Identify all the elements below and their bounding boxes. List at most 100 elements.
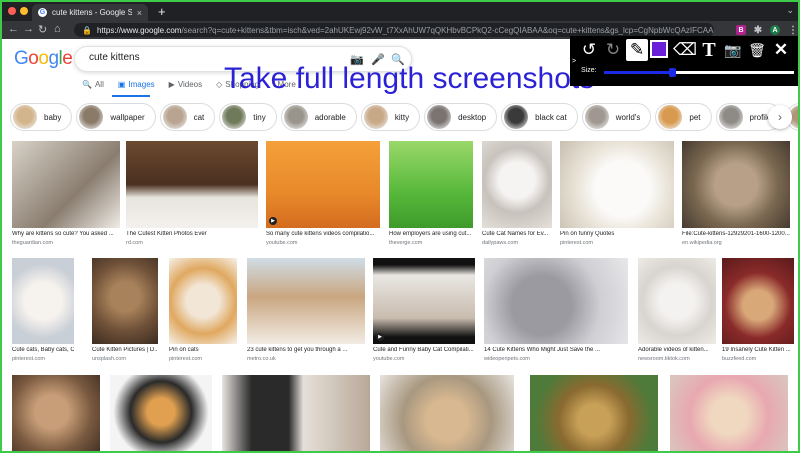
image-result[interactable] [247, 258, 365, 344]
chip-pet[interactable]: pet [655, 103, 712, 131]
profile-avatar[interactable]: A [770, 25, 780, 35]
logo-letter: g [48, 48, 59, 69]
image-caption[interactable]: Pin on cats [169, 347, 237, 353]
image-result[interactable] [169, 258, 237, 344]
image-caption[interactable]: Why are kittens so cute? You asked ... [12, 231, 120, 237]
image-caption[interactable]: How employers are using cut... [389, 231, 473, 237]
chip-label: cat [193, 112, 205, 122]
image-result[interactable] [722, 258, 794, 344]
tab-images[interactable]: ▣ Images [118, 80, 155, 89]
trash-icon[interactable]: 🗑 [746, 39, 768, 61]
google-logo[interactable]: Google [14, 48, 73, 70]
tab-videos[interactable]: ▶ Videos [169, 80, 202, 89]
extensions-puzzle-icon[interactable]: ✱ [753, 25, 763, 36]
image-result[interactable] [670, 375, 788, 451]
image-source: youtube.com [373, 356, 405, 362]
image-caption[interactable]: So many cute kittens videos compilatio..… [266, 231, 380, 237]
image-caption[interactable]: The Cutest Kitten Photos Ever [126, 231, 258, 237]
image-caption[interactable]: File:Cute-kittens-12929201-1600-1200... [682, 231, 790, 237]
chip-tiny[interactable]: tiny [219, 103, 277, 131]
image-result[interactable] [110, 375, 212, 451]
forward-arrow-icon[interactable]: → [23, 23, 34, 35]
image-source: pinterest.com [169, 356, 203, 362]
image-result[interactable] [222, 375, 370, 451]
text-tool-icon[interactable]: T [698, 39, 720, 61]
chip-thumbnail [363, 105, 388, 129]
image-caption[interactable]: Cute cats, Baby cats, C... [12, 347, 74, 353]
new-tab-button[interactable]: + [158, 4, 166, 19]
tab-search-icon[interactable]: ⌄ [786, 5, 794, 16]
chip-baby[interactable]: baby [10, 103, 73, 131]
image-caption[interactable]: 23 cute kittens to get you through a ... [247, 347, 365, 353]
tab-close-icon[interactable]: × [137, 8, 142, 18]
image-caption[interactable]: Cute Cat Names for Ev... [482, 231, 552, 237]
image-caption[interactable]: 14 Cute Kittens Who Might Just Save the … [484, 347, 628, 353]
camera-capture-icon[interactable]: 📷 [722, 39, 744, 61]
image-caption[interactable]: Cute Kitten Pictures | D... [92, 347, 158, 353]
image-caption[interactable]: 19 Insanely Cute Kitten ... [722, 347, 794, 353]
color-picker-swatch[interactable] [650, 40, 668, 58]
image-caption[interactable]: Adorable videos of kitten... [638, 347, 716, 353]
chip-thumbnail [79, 105, 104, 129]
close-icon[interactable]: ✕ [770, 39, 792, 61]
chip-wallpaper[interactable]: wallpaper [76, 103, 156, 131]
image-source: dailypaws.com [482, 240, 519, 246]
image-result[interactable] [560, 141, 674, 228]
chip-black-cat[interactable]: black cat [501, 103, 578, 131]
image-result[interactable] [12, 258, 74, 344]
image-result[interactable] [126, 141, 258, 228]
image-source: wideopenpets.com [484, 356, 530, 362]
chip-kitty[interactable]: kitty [360, 103, 421, 131]
extension-b-icon[interactable]: B [736, 25, 746, 35]
chip-world-s[interactable]: world's [581, 103, 652, 131]
close-window-dot[interactable] [8, 7, 16, 15]
chip-label: wallpaper [110, 112, 145, 122]
google-favicon-icon: G [38, 8, 47, 17]
image-source: pinterest.com [560, 240, 594, 246]
image-result[interactable]: ▶ [266, 141, 380, 228]
chips-next-arrow-icon[interactable]: › [768, 105, 792, 129]
image-caption[interactable]: Cute and Funny Baby Cat Compilati... [373, 347, 475, 353]
image-result[interactable] [482, 141, 552, 228]
pen-icon[interactable]: ✎ [626, 39, 648, 61]
home-icon[interactable]: ⌂ [54, 23, 61, 35]
chip-label: black cat [535, 112, 567, 122]
image-result[interactable] [484, 258, 628, 344]
eraser-icon[interactable]: ⌫ [673, 39, 697, 61]
size-slider-thumb[interactable] [669, 68, 676, 77]
image-result[interactable] [682, 141, 790, 228]
image-result[interactable] [12, 375, 100, 451]
chip-label: kitty [394, 112, 410, 122]
image-result[interactable] [530, 375, 658, 451]
image-result[interactable] [12, 141, 120, 228]
tab-all[interactable]: 🔍 All [82, 80, 104, 89]
minimize-window-dot[interactable] [20, 7, 28, 15]
url-path: /search?q=cute+kittens&tbm=isch&ved=2ahU… [181, 25, 714, 35]
overlay-caption: Take full length screenshots [224, 62, 595, 95]
chip-cat[interactable]: cat [159, 103, 216, 131]
image-source: theguardian.com [12, 240, 53, 246]
image-result[interactable] [389, 141, 473, 228]
chip-desktop[interactable]: desktop [424, 103, 498, 131]
redo-icon[interactable]: ↻ [602, 39, 624, 61]
logo-letter: e [62, 48, 73, 69]
image-result[interactable]: ▶ [373, 258, 475, 344]
image-caption[interactable]: Pin on funny Quotes [560, 231, 674, 237]
image-source: en.wikipedia.org [682, 240, 722, 246]
back-arrow-icon[interactable]: ← [8, 23, 19, 35]
image-source: theverge.com [389, 240, 423, 246]
image-result[interactable] [380, 375, 514, 451]
chip-thumbnail [283, 105, 308, 129]
image-result[interactable] [638, 258, 716, 344]
chip-adorable[interactable]: adorable [280, 103, 357, 131]
size-slider[interactable] [604, 68, 794, 77]
image-result[interactable] [92, 258, 158, 344]
chip-label: pet [689, 112, 701, 122]
image-source: metro.co.uk [247, 356, 276, 362]
address-bar[interactable]: 🔒 https://www.google.com/search?q=cute+k… [74, 23, 714, 37]
browser-menu-icon[interactable]: ⋮ [788, 25, 798, 36]
browser-tab[interactable]: G cute kittens - Google Search × [32, 4, 148, 21]
reload-icon[interactable]: ↻ [38, 23, 47, 36]
undo-icon[interactable]: ↺ [578, 39, 600, 61]
expand-caret-icon[interactable]: > [572, 58, 576, 65]
